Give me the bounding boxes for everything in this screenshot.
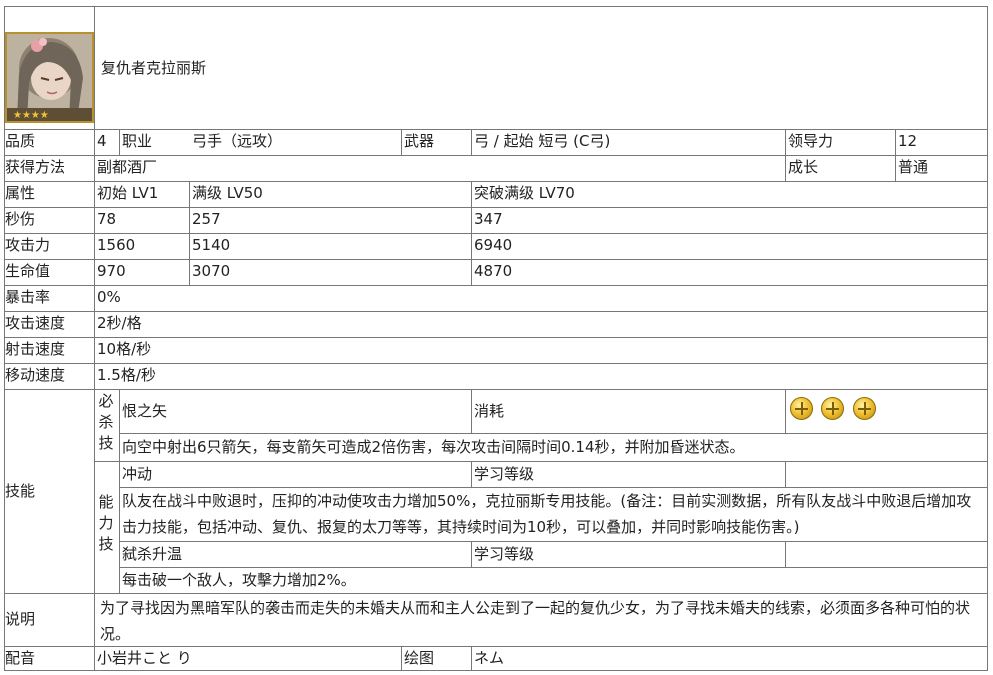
ability-2-desc: 每击破一个敌人，攻擊力增加2%。	[122, 571, 356, 589]
job-label: 职业	[122, 132, 153, 150]
hp-break: 4870	[474, 262, 513, 280]
attribute-break-header: 突破满级 LV70	[474, 184, 575, 202]
attack-label: 攻击力	[5, 236, 51, 254]
shot-speed-value: 10格/秒	[97, 340, 152, 358]
character-info-table: ★★★★ 复仇者克拉丽斯 品质 4 职业 弓手（远攻） 武器 弓 / 起始 短弓…	[4, 6, 988, 671]
voice-value: 小岩井こと り	[97, 649, 192, 667]
obtain-value: 副都酒厂	[97, 158, 158, 176]
svg-text:★★★★: ★★★★	[13, 110, 49, 121]
dps-max: 257	[192, 210, 221, 228]
illust-label: 绘图	[404, 649, 435, 667]
attribute-label: 属性	[5, 184, 36, 202]
hp-max: 3070	[192, 262, 231, 280]
growth-value: 普通	[898, 158, 929, 176]
atk-speed-label: 攻击速度	[5, 314, 66, 332]
coin-icon	[853, 397, 876, 420]
voice-label: 配音	[5, 649, 36, 667]
obtain-label: 获得方法	[5, 158, 66, 176]
description-text: 为了寻找因为黑暗军队的袭击而走失的未婚夫从而和主人公走到了一起的复仇少女，为了寻…	[100, 599, 971, 643]
coin-icon	[790, 397, 813, 420]
attribute-max-header: 满级 LV50	[192, 184, 263, 202]
skills-label: 技能	[5, 482, 36, 500]
weapon-value: 弓 / 起始 短弓 (C弓)	[474, 132, 611, 150]
hp-label: 生命值	[5, 262, 51, 280]
ability-2-level-label: 学习等级	[474, 545, 535, 563]
coin-icon	[821, 397, 844, 420]
quality-label: 品质	[5, 132, 36, 150]
dps-init: 78	[97, 210, 117, 228]
growth-label: 成长	[788, 158, 819, 176]
quality-value: 4	[97, 132, 107, 150]
weapon-label: 武器	[404, 132, 435, 150]
special-skill-type-label: 必杀技	[98, 392, 114, 452]
dps-label: 秒伤	[5, 210, 36, 228]
hp-init: 970	[97, 262, 126, 280]
move-speed-label: 移动速度	[5, 366, 66, 384]
attribute-init-header: 初始 LV1	[97, 184, 159, 202]
special-skill-desc: 向空中射出6只箭矢，每支箭矢可造成2倍伤害，每次攻击间隔时间0.14秒，并附加昏…	[122, 438, 745, 456]
ability-1-level-label: 学习等级	[474, 465, 535, 483]
ability-1-desc: 队友在战斗中败退时，压抑的冲动使攻击力增加50%，克拉丽斯专用技能。(备注：目前…	[122, 492, 972, 536]
job-value: 弓手（远攻）	[192, 132, 283, 150]
ability-1-name: 冲动	[122, 465, 153, 483]
description-label: 说明	[5, 610, 36, 628]
special-skill-cost-label: 消耗	[474, 402, 505, 420]
shot-speed-label: 射击速度	[5, 340, 66, 358]
move-speed-value: 1.5格/秒	[97, 366, 156, 384]
character-name: 复仇者克拉丽斯	[101, 59, 207, 77]
leadership-label: 领导力	[788, 132, 834, 150]
attack-max: 5140	[192, 236, 231, 254]
ability-skill-type-label: 能力技	[98, 493, 114, 553]
dps-break: 347	[474, 210, 503, 228]
attack-init: 1560	[97, 236, 136, 254]
crit-label: 暴击率	[5, 288, 51, 306]
attack-break: 6940	[474, 236, 513, 254]
character-portrait: ★★★★	[5, 32, 94, 123]
atk-speed-value: 2秒/格	[97, 314, 142, 332]
ability-2-name: 弑杀升温	[122, 545, 183, 563]
illust-value: ネム	[474, 649, 505, 667]
leadership-value: 12	[898, 132, 918, 150]
special-skill-name: 恨之矢	[122, 402, 168, 420]
crit-value: 0%	[97, 288, 121, 306]
